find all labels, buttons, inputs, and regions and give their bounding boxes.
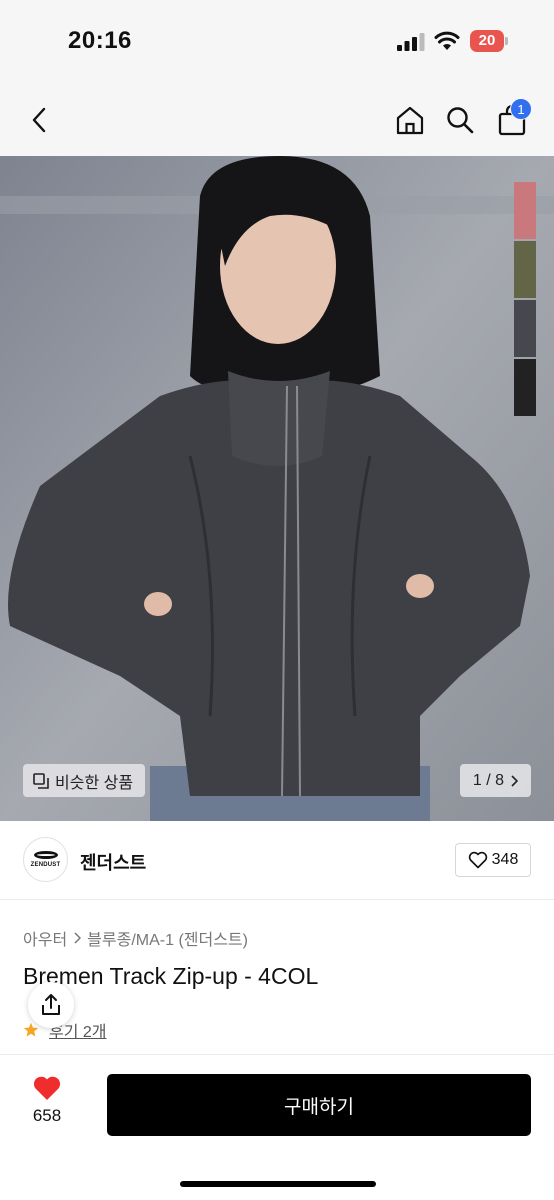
brand-logo-mark xyxy=(33,851,58,859)
buy-button-label: 구매하기 xyxy=(284,1096,354,1118)
breadcrumb-item[interactable]: 아우터 xyxy=(23,926,67,950)
status-time: 20:16 xyxy=(68,27,132,54)
battery-level: 20 xyxy=(470,30,504,52)
color-swatch-charcoal[interactable] xyxy=(514,300,536,357)
bottom-action-bar: 658 구매하기 xyxy=(0,1054,554,1200)
share-button[interactable] xyxy=(28,982,74,1028)
color-swatch-pink[interactable] xyxy=(514,182,536,239)
image-page-indicator[interactable]: 1 / 8 xyxy=(460,764,531,797)
product-photo xyxy=(0,156,554,821)
home-button[interactable] xyxy=(392,102,428,138)
wifi-icon xyxy=(434,31,460,50)
share-icon xyxy=(42,994,60,1015)
battery-cap xyxy=(505,37,508,45)
color-swatch-list xyxy=(514,182,536,418)
search-button[interactable] xyxy=(442,102,478,138)
wishlist-count: 658 xyxy=(32,1106,62,1125)
star-icon xyxy=(23,1022,39,1037)
buy-button[interactable]: 구매하기 xyxy=(107,1074,531,1136)
wishlist-button[interactable]: 658 xyxy=(32,1075,62,1126)
page-indicator-text: 1 / 8 xyxy=(472,771,505,789)
similar-products-button[interactable]: 비슷한 상품 xyxy=(23,764,146,797)
breadcrumb-item[interactable]: 블루종/MA-1 (젠더스트) xyxy=(87,926,248,950)
battery-icon: 20 xyxy=(470,30,508,52)
brand-row: ZENDUST 젠더스트 348 xyxy=(0,821,554,900)
top-nav-bar: 1 xyxy=(0,84,554,156)
category-breadcrumb: 아우터 블루종/MA-1 (젠더스트) xyxy=(23,926,248,950)
brand-like-count: 348 xyxy=(491,851,519,868)
similar-products-label: 비슷한 상품 xyxy=(55,774,134,792)
heart-outline-icon xyxy=(468,851,487,869)
home-indicator xyxy=(180,1181,376,1187)
search-icon xyxy=(447,107,474,134)
chevron-right-icon xyxy=(74,932,82,944)
chevron-left-icon xyxy=(32,107,46,133)
cart-button[interactable]: 1 xyxy=(494,98,532,138)
color-swatch-khaki[interactable] xyxy=(514,241,536,298)
cart-count-badge: 1 xyxy=(510,98,532,120)
brand-like-button[interactable]: 348 xyxy=(455,843,531,877)
heart-filled-icon xyxy=(33,1076,61,1100)
product-title: Bremen Track Zip-up - 4COL xyxy=(23,963,319,989)
brand-logo[interactable]: ZENDUST xyxy=(23,837,68,882)
status-bar: 20:16 20 xyxy=(0,0,554,84)
similar-items-icon xyxy=(33,772,49,789)
home-icon xyxy=(396,106,424,135)
brand-name[interactable]: 젠더스트 xyxy=(80,849,146,875)
chevron-right-icon xyxy=(511,774,519,787)
color-swatch-black[interactable] xyxy=(514,359,536,416)
brand-logo-text: ZENDUST xyxy=(30,862,61,868)
back-button[interactable] xyxy=(22,102,58,138)
cellular-signal-icon xyxy=(397,33,425,51)
product-image-carousel[interactable]: 비슷한 상품 1 / 8 xyxy=(0,156,554,821)
